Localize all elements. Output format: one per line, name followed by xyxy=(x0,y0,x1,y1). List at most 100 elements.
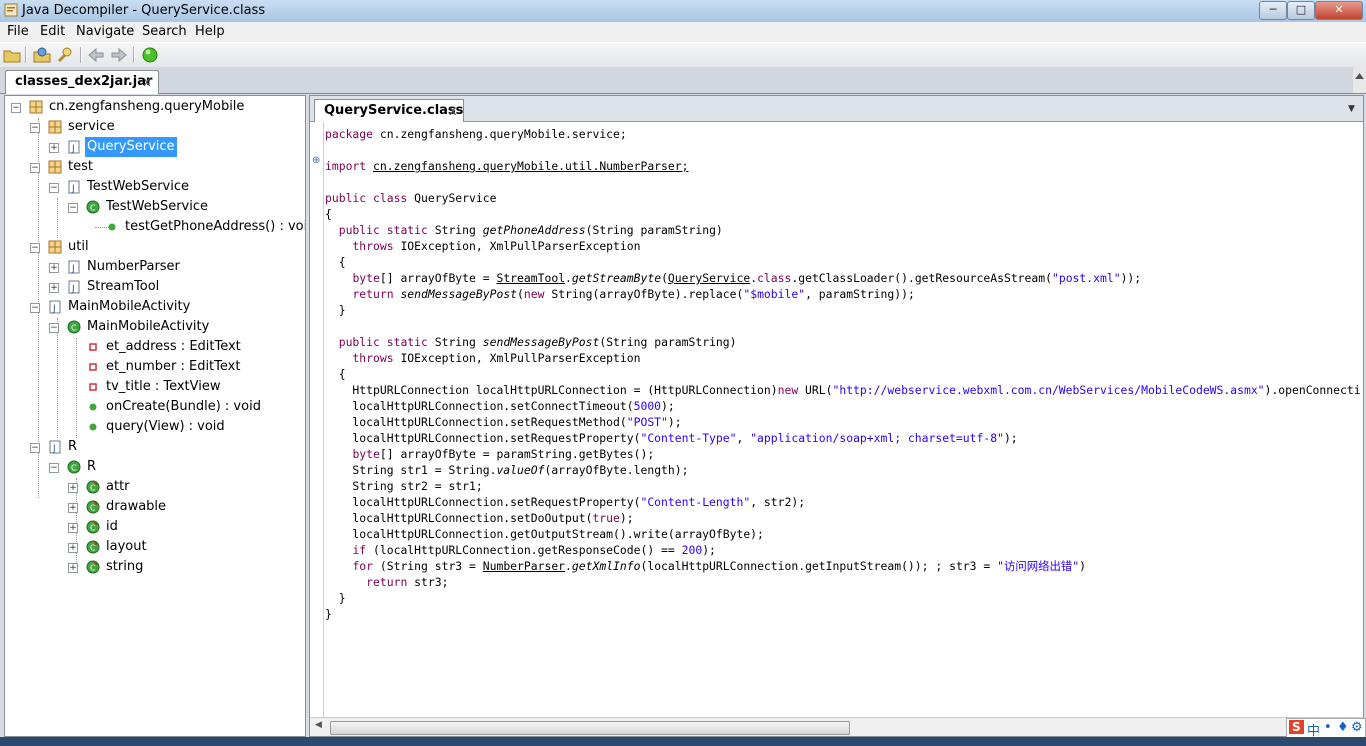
code-line: throws IOException, XmlPullParserExcepti… xyxy=(352,351,641,365)
forward-arrow-icon[interactable] xyxy=(110,46,128,64)
java-file-icon: J xyxy=(68,280,80,294)
collapse-toggle-icon[interactable]: − xyxy=(11,103,21,113)
tree-guide xyxy=(76,338,77,438)
package-icon xyxy=(48,240,62,254)
package-icon xyxy=(29,100,43,114)
class-icon: C xyxy=(67,320,81,334)
toolbar-separator xyxy=(25,47,27,63)
static-inner-class-icon: Cs xyxy=(86,560,100,574)
private-field-icon xyxy=(89,343,97,351)
open-type-icon[interactable] xyxy=(33,46,51,64)
inner-tab-bar: QueryService.class x ▼ xyxy=(310,96,1363,122)
minimize-button[interactable]: ─ xyxy=(1259,1,1287,20)
collapse-toggle-icon[interactable]: − xyxy=(30,303,40,313)
toolbar xyxy=(0,42,1366,69)
scrollbar-thumb[interactable] xyxy=(330,721,850,735)
svg-text:C: C xyxy=(71,464,77,473)
menu-search[interactable]: Search xyxy=(142,24,187,39)
expand-toggle-icon[interactable]: + xyxy=(68,543,78,553)
code-line: throws IOException, XmlPullParserExcepti… xyxy=(352,239,641,253)
close-tab-icon[interactable]: x xyxy=(449,104,457,119)
code-line: public static String sendMessageByPost(S… xyxy=(338,335,737,349)
collapse-toggle-icon[interactable]: − xyxy=(30,443,40,453)
tree-label: id xyxy=(106,519,118,534)
collapse-toggle-icon[interactable]: − xyxy=(49,183,59,193)
expand-toggle-icon[interactable]: + xyxy=(68,523,78,533)
tab-label: QueryService.class xyxy=(324,103,464,118)
static-inner-class-icon: Cs xyxy=(86,500,100,514)
sogou-icon[interactable]: S xyxy=(1289,720,1304,734)
outer-scroll-up[interactable] xyxy=(1353,67,1366,93)
code-line: return str3; xyxy=(366,575,449,589)
svg-text:C: C xyxy=(90,204,96,213)
maximize-button[interactable]: □ xyxy=(1287,1,1315,20)
static-inner-class-icon: Cs xyxy=(86,480,100,494)
green-ball-icon[interactable] xyxy=(141,46,159,64)
svg-text:J: J xyxy=(71,144,75,154)
tree-label: string xyxy=(106,559,144,574)
back-arrow-icon[interactable] xyxy=(87,46,105,64)
package-icon xyxy=(48,160,62,174)
close-window-button[interactable]: ✕ xyxy=(1315,1,1363,20)
menu-help[interactable]: Help xyxy=(195,24,225,39)
code-line: package cn.zengfansheng.queryMobile.serv… xyxy=(325,127,627,141)
code-line: localHttpURLConnection.setConnectTimeout… xyxy=(325,399,675,413)
menu-edit[interactable]: Edit xyxy=(40,24,65,39)
tree-label: StreamTool xyxy=(87,279,160,294)
code-view: QueryService.class x ▼ ⊕ package cn.zeng… xyxy=(309,95,1364,737)
horizontal-scrollbar[interactable]: ◀ xyxy=(310,717,1363,736)
tree-label: service xyxy=(68,119,115,134)
collapse-toggle-icon[interactable]: − xyxy=(30,163,40,173)
search-tool-icon[interactable] xyxy=(56,46,74,64)
tree-label: TestWebService xyxy=(87,179,189,194)
expand-toggle-icon[interactable]: + xyxy=(49,263,59,273)
menu-bar: File Edit Navigate Search Help xyxy=(0,22,1366,42)
collapse-toggle-icon[interactable]: − xyxy=(30,123,40,133)
source-code[interactable]: package cn.zengfansheng.queryMobile.serv… xyxy=(325,126,1360,714)
scroll-left-arrow-icon[interactable]: ◀ xyxy=(315,720,322,730)
close-tab-icon[interactable]: x xyxy=(143,75,151,90)
menu-file[interactable]: File xyxy=(7,24,29,39)
code-gutter: ⊕ xyxy=(310,122,324,718)
expand-toggle-icon[interactable]: + xyxy=(68,503,78,513)
tab-classes-dex2jar[interactable]: classes_dex2jar.jar x xyxy=(5,70,159,94)
svg-text:J: J xyxy=(71,264,75,274)
expand-toggle-icon[interactable]: + xyxy=(49,143,59,153)
code-line: String str2 = str1; xyxy=(325,479,483,493)
tab-queryservice-class[interactable]: QueryService.class x xyxy=(314,99,464,122)
expand-toggle-icon[interactable]: + xyxy=(49,283,59,293)
java-file-icon: J xyxy=(68,260,80,274)
open-file-icon[interactable] xyxy=(3,46,21,64)
class-icon: C xyxy=(86,200,100,214)
package-icon xyxy=(48,120,62,134)
static-inner-class-icon: Cs xyxy=(86,520,100,534)
code-line: public class QueryService xyxy=(325,191,497,205)
skin-icon[interactable]: ♦ xyxy=(1337,720,1349,735)
code-line: { xyxy=(325,207,332,221)
punctuation-icon[interactable]: • xyxy=(1324,720,1332,735)
tree-label: util xyxy=(68,239,89,254)
code-line: localHttpURLConnection.setDoOutput(true)… xyxy=(325,511,634,525)
svg-text:J: J xyxy=(52,304,56,314)
svg-text:s: s xyxy=(94,480,97,487)
menu-navigate[interactable]: Navigate xyxy=(76,24,134,39)
expand-import-icon[interactable]: ⊕ xyxy=(312,155,320,166)
collapse-toggle-icon[interactable]: − xyxy=(49,463,59,473)
expand-toggle-icon[interactable]: + xyxy=(68,483,78,493)
settings-icon[interactable]: ⚙ xyxy=(1351,720,1363,735)
taskbar[interactable] xyxy=(0,737,1366,746)
collapse-toggle-icon[interactable]: − xyxy=(49,323,59,333)
svg-text:s: s xyxy=(94,500,97,507)
tree-label: QueryService xyxy=(85,137,177,157)
collapse-toggle-icon[interactable]: − xyxy=(30,243,40,253)
collapse-toggle-icon[interactable]: − xyxy=(68,203,78,213)
tree-label: R xyxy=(87,459,97,474)
title-bar: Java Decompiler - QueryService.class ─ □… xyxy=(0,0,1366,23)
expand-toggle-icon[interactable]: + xyxy=(68,563,78,573)
svg-text:J: J xyxy=(71,284,75,294)
code-line: localHttpURLConnection.setRequestPropert… xyxy=(325,431,1018,445)
tree-label: test xyxy=(68,159,93,174)
tab-list-dropdown-icon[interactable]: ▼ xyxy=(1348,104,1355,114)
tree-label: onCreate(Bundle) : void xyxy=(106,399,261,414)
